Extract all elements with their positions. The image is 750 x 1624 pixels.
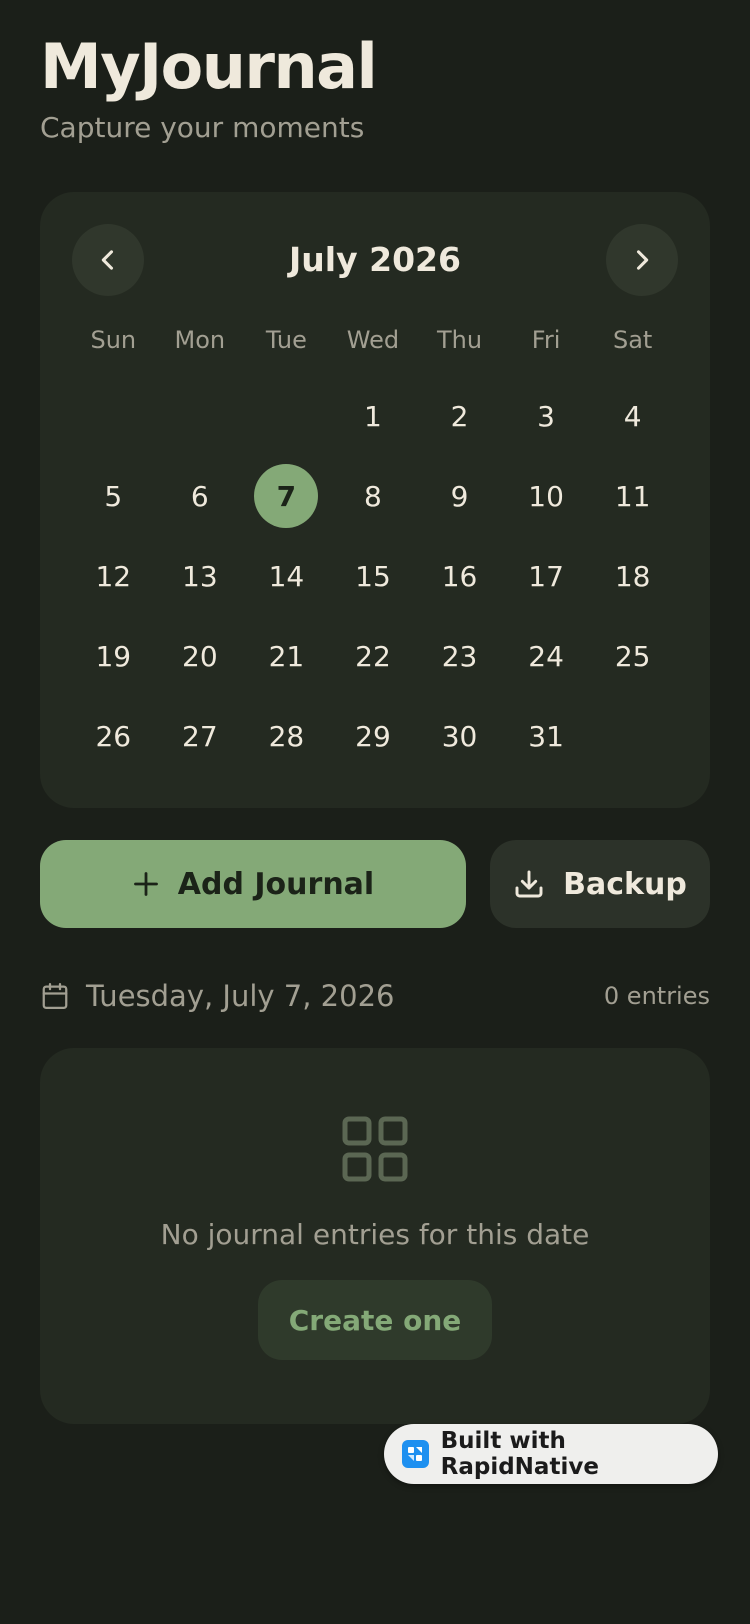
weekday-label: Fri [531,326,561,354]
calendar-day-label: 31 [528,719,564,753]
calendar-empty-cell [157,376,244,456]
weekday-header: Sun Mon Tue Wed Thu Fri Sat [70,324,676,356]
calendar-day-label: 6 [190,479,209,513]
backup-label: Backup [563,866,687,902]
entries-count: 0 entries [603,982,710,1010]
calendar-day-27[interactable]: 27 [157,696,244,776]
calendar-day-label: 9 [450,479,469,513]
calendar-day-13[interactable]: 13 [157,536,244,616]
calendar-day-label: 19 [95,639,132,673]
calendar-day-label: 13 [182,559,218,593]
download-icon [515,870,543,898]
calendar-day-9[interactable]: 9 [416,456,503,536]
calendar-day-label: 26 [95,719,132,753]
weekday-label: Sat [612,326,653,354]
calendar-days-grid: 1 2 3 4 5 6 7 8 9 10 11 12 13 14 15 16 17 18 19 20 21 22 23 24 2… [70,376,676,776]
calendar-day-11[interactable]: 11 [589,456,676,536]
weekday-label: Thu [436,326,483,354]
create-one-label: Create one [288,1303,462,1337]
weekday-label: Tue [265,326,307,354]
grid-icon [342,1116,408,1182]
calendar-day-21[interactable]: 21 [243,616,330,696]
calendar-day-label: 25 [614,639,651,673]
calendar-day-16[interactable]: 16 [416,536,503,616]
calendar-day-label: 16 [441,559,478,593]
empty-state-card: No journal entries for this date Create … [40,1048,710,1424]
calendar-day-18[interactable]: 18 [589,536,676,616]
calendar-day-19[interactable]: 19 [70,616,157,696]
calendar-day-label: 15 [355,559,391,593]
calendar-day-28[interactable]: 28 [243,696,330,776]
calendar-day-label: 12 [95,559,132,593]
built-with-badge[interactable]: Built with RapidNative [384,1424,718,1484]
calendar-day-1[interactable]: 1 [330,376,417,456]
calendar-day-label: 14 [268,559,305,593]
calendar-day-20[interactable]: 20 [157,616,244,696]
calendar-day-22[interactable]: 22 [330,616,417,696]
calendar-day-4[interactable]: 4 [589,376,676,456]
calendar-day-label: 23 [441,639,478,673]
calendar-day-label: 30 [441,719,478,753]
calendar-day-17[interactable]: 17 [503,536,590,616]
calendar-day-26[interactable]: 26 [70,696,157,776]
calendar-day-label: 29 [355,719,391,753]
calendar-day-6[interactable]: 6 [157,456,244,536]
rapidnative-logo-icon [402,1440,429,1468]
calendar-day-8[interactable]: 8 [330,456,417,536]
calendar-day-15[interactable]: 15 [330,536,417,616]
calendar-card: July 2026 Sun Mon Tue Wed Thu Fri Sat 12… [40,192,710,808]
calendar-day-label: 11 [614,479,651,513]
app-title: MyJournal [40,30,378,103]
calendar-day-label: 28 [268,719,305,753]
calendar-day-label: 10 [528,479,564,513]
calendar-day-label: 27 [182,719,218,753]
add-journal-label: Add Journal [177,866,375,902]
selected-date-label: Tuesday, July 7, 2026 [86,979,395,1013]
empty-state-message: No journal entries for this date [160,1218,590,1251]
calendar-day-5[interactable]: 5 [70,456,157,536]
calendar-day-label: 8 [364,479,382,513]
calendar-icon [42,983,68,1009]
next-month-button[interactable] [606,224,678,296]
calendar-day-29[interactable]: 29 [330,696,417,776]
backup-button[interactable]: Backup [490,840,710,928]
calendar-day-label: 3 [537,399,555,433]
calendar-day-label: 2 [450,399,469,433]
calendar-day-23[interactable]: 23 [416,616,503,696]
calendar-empty-cell [243,376,330,456]
badge-label: Built with RapidNative [440,1428,599,1480]
calendar-day-2[interactable]: 2 [416,376,503,456]
calendar-day-label: 18 [614,559,651,593]
calendar-day-3[interactable]: 3 [503,376,590,456]
journal-screen: MyJournal Capture your moments July 2026… [0,0,750,1624]
calendar-day-label: 21 [268,639,305,673]
calendar-day-10[interactable]: 10 [503,456,590,536]
weekday-label: Wed [346,326,400,354]
create-one-button[interactable]: Create one [258,1280,492,1360]
calendar-day-label: 24 [528,639,564,673]
calendar-day-label: 1 [364,399,382,433]
weekday-label: Sun [90,326,137,354]
add-journal-button[interactable]: Add Journal [40,840,466,928]
calendar-day-label: 17 [528,559,564,593]
calendar-day-31[interactable]: 31 [503,696,590,776]
chevron-right-icon [636,250,649,270]
calendar-day-30[interactable]: 30 [416,696,503,776]
calendar-day-label: 5 [104,479,123,513]
calendar-day-label: 22 [355,639,391,673]
header: MyJournal Capture your moments [40,30,378,146]
weekday-label: Mon [174,326,226,354]
calendar-day-12[interactable]: 12 [70,536,157,616]
calendar-day-24[interactable]: 24 [503,616,590,696]
selected-date-row: Tuesday, July 7, 2026 0 entries [40,972,710,1020]
calendar-day-label: 4 [623,399,642,433]
calendar-day-label: 20 [182,639,218,673]
plus-icon [133,872,158,896]
calendar-day-7[interactable]: 7 [243,456,330,536]
app-subtitle: Capture your moments [40,111,365,144]
calendar-empty-cell [70,376,157,456]
calendar-day-label: 7 [254,464,319,528]
calendar-day-14[interactable]: 14 [243,536,330,616]
calendar-day-25[interactable]: 25 [589,616,676,696]
